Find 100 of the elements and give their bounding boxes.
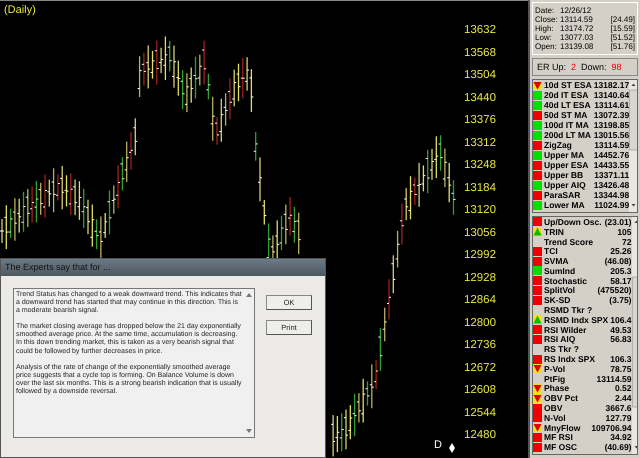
er-down-value: 98 [612,62,622,72]
price-axis-label: 13632 [464,23,497,37]
indicator-name: 20d IT ESA [544,90,590,100]
indicator-value: 13371.11 [594,170,630,180]
quote-label: High: [535,24,555,33]
indicator-name: OBV Pct [544,393,580,404]
er-up-label: ER Up: [537,62,566,72]
indicator-value: 13072.39 [594,110,630,120]
price-axis-label: 12864 [464,293,497,307]
indicator-value: 13015.56 [594,130,630,140]
indicator-value: (3.75) [609,295,632,306]
indicator-name: Lower MA [544,200,586,210]
indicator-name: RSI Wilder [544,324,588,335]
price-axis-label: 12672 [464,360,497,374]
indicator-name: OBV [544,403,564,414]
quote-label: Date: [535,6,556,15]
quote-value: 13139.08 [560,42,594,51]
indicator-value: 106.4 [610,314,632,325]
indicator-name: 10d ST ESA [544,80,592,90]
indicator-value: 13182.17 [594,80,630,90]
indicator-name: SplitVol [544,285,576,296]
indicator-value: 13426.48 [594,180,630,190]
price-axis-label: 12480 [464,428,497,442]
indicator-value: 49.53 [610,324,632,335]
indicator-name: Phase [544,383,570,394]
indicator-name: Trend Score [544,236,594,246]
indicator-value: (475520) [597,285,632,296]
indicator-value: 11024.99 [594,200,630,210]
indicator-name: 40d LT ESA [544,100,592,110]
indicator-value: 0.52 [614,383,632,394]
indicator-value: (23.01) [604,217,632,227]
indicator-name: Upper MA [544,150,586,160]
indicator-name: RSI AIQ [544,334,576,344]
indicator-name: Up/Down Osc. [544,217,603,227]
er-down-label: Down: [581,62,607,72]
quote-label: Open: [535,42,558,51]
price-axis-label: 13120 [464,203,497,217]
price-axis-label: 13568 [464,46,497,60]
price-axis-label: 12928 [464,270,497,284]
indicator-name: ZigZag [544,140,573,150]
indicator-value: 34.92 [610,432,632,442]
price-axis-label: 13376 [464,113,497,127]
indicator-name: MF RSI [544,432,573,442]
indicator-name: TRIN [544,226,564,237]
price-axis-label: 13248 [464,158,497,172]
quote-change: [15.59] [610,24,635,33]
indicator-value: 13198.85 [594,120,630,130]
indicator-name: Upper AIQ [544,180,587,190]
indicator-value: 105 [617,226,632,237]
indicator-value: 205.3 [610,266,632,276]
indicator-name: Upper BB [544,170,584,180]
indicator-value: 14433.55 [594,160,630,170]
indicator-value: 13114.61 [594,100,630,110]
price-axis-label: 13440 [464,90,497,104]
indicator-name: 200d LT MA [544,130,592,140]
indicator-value: 13140.64 [594,90,630,100]
indicator-value: 109706.94 [591,422,632,433]
quote-value: 13174.72 [560,24,594,33]
indicator-value: 2.44 [614,393,632,404]
quote-change: [51.76] [610,42,635,51]
indicator-name: 100d IT MA [544,120,590,130]
scroll-down-icon[interactable] [246,429,252,433]
indicator-name: TCI [544,246,559,256]
indicator-value: 127.79 [606,412,632,423]
price-axis-label: 13504 [464,68,497,82]
indicator-value: 13114.59 [596,374,632,384]
indicator-name: 50d ST MA [544,110,588,120]
scroll-up-icon[interactable] [246,293,252,297]
indicator-name: Upper ESA [544,160,590,170]
indicator-name: RS Indx SPX [544,354,596,364]
indicator-value: 3667.6 [606,403,632,414]
indicator-value: 13344.98 [594,190,630,200]
indicator-value: 106.3 [610,354,632,364]
price-axis-label: 13056 [464,226,497,240]
indicator-name: SVMA [544,256,570,266]
indicator-name: RSMD Indx SPX [544,314,608,325]
er-up-value: 2 [571,62,576,72]
indicator-value: 78.75 [610,364,632,374]
indicator-value: 13114.59 [594,140,630,150]
indicator-name: RSMD Tkr ? [544,305,594,316]
indicator-value: 72 [622,236,632,246]
indicator-name: SumInd [544,266,576,276]
price-axis-label: 12544 [464,406,497,420]
price-axis-label: 12800 [464,316,497,330]
indicator-value: (46.08) [604,256,632,266]
diamond-marker-icon [449,443,455,453]
quote-change: [24.49] [610,15,635,24]
price-axis-label: 13312 [464,136,497,150]
price-axis-label: 13184 [464,180,497,194]
indicator-value: 58.17 [610,276,632,286]
indicator-value: 25.26 [610,246,632,256]
quote-value: 12/26/12 [560,6,592,15]
quote-label: Low: [535,33,553,42]
indicator-value: 56.83 [610,334,632,344]
price-axis-label: 12736 [464,338,497,352]
indicator-name: ParaSAR [544,190,582,200]
indicator-name: Stochastic [544,276,588,286]
indicator-name: RS Tkr ? [544,344,580,354]
indicator-value: 14452.76 [594,150,630,160]
indicator-name: MnyFlow [544,422,582,433]
